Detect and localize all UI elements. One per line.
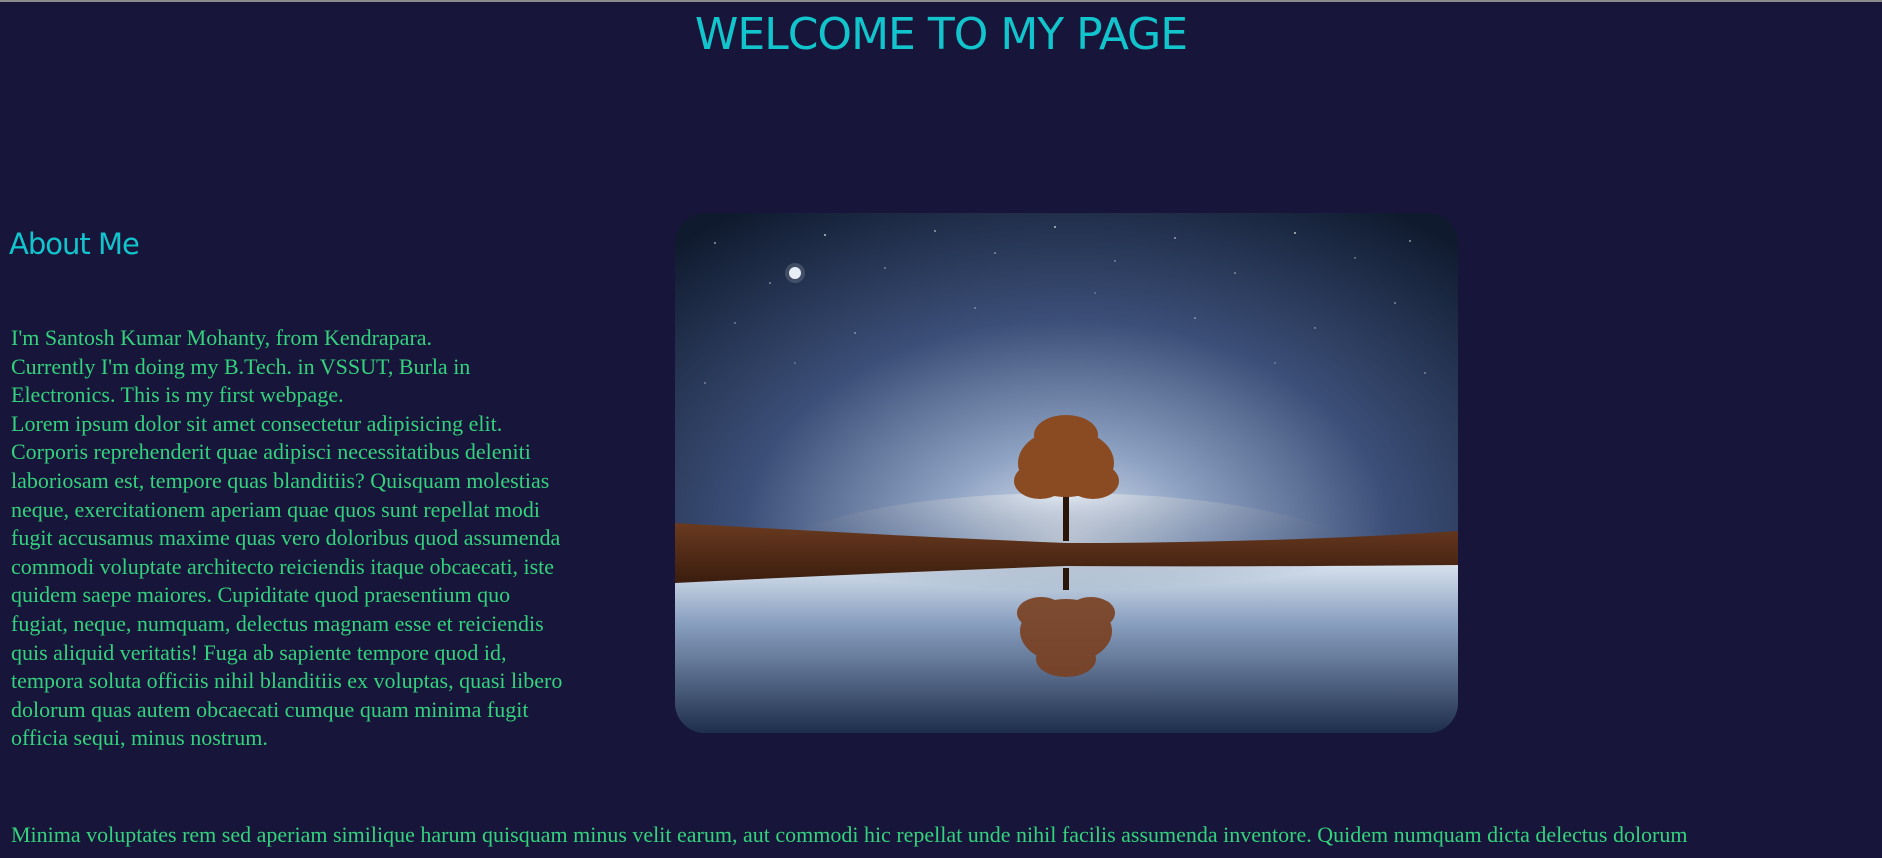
page-title: WELCOME TO MY PAGE: [694, 9, 1188, 60]
night-lake-tree-photo: [675, 213, 1458, 733]
bottom-paragraph: Minima voluptates rem sed aperiam simili…: [11, 822, 1688, 847]
about-me-heading: About Me: [9, 227, 140, 261]
browser-top-border: [0, 0, 1882, 2]
about-me-paragraph: I'm Santosh Kumar Mohanty, from Kendrapa…: [11, 325, 563, 751]
